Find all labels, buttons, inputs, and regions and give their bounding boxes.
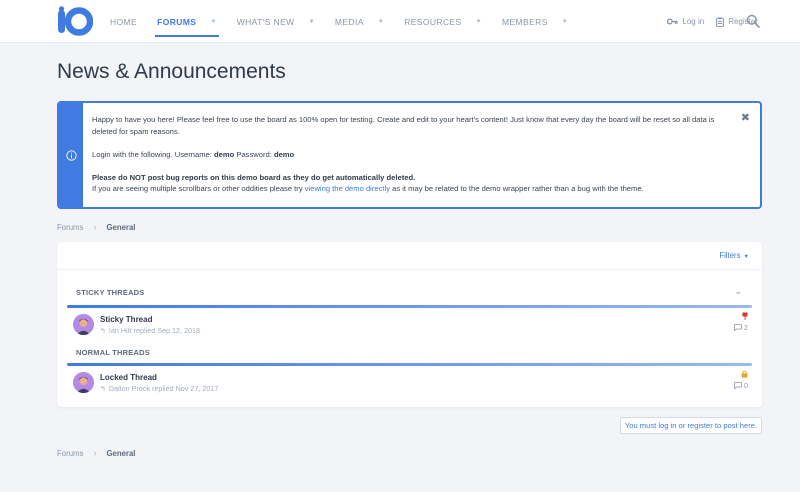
nav-media[interactable]: MEDIA ▼ — [335, 0, 384, 43]
chevron-down-icon[interactable]: ▼ — [210, 19, 216, 25]
search-icon[interactable] — [746, 14, 760, 28]
breadcrumb-forums[interactable]: Forums — [57, 449, 83, 458]
filters-label: Filters — [719, 251, 741, 260]
nav-home[interactable]: HOME — [110, 0, 137, 43]
avatar[interactable] — [73, 372, 94, 393]
nav-forums-label: FORUMS — [157, 16, 197, 27]
thread-replied-label: replied — [152, 384, 174, 393]
nav-resources[interactable]: RESOURCES ▼ — [404, 0, 482, 43]
lock-icon — [741, 370, 748, 378]
key-icon — [667, 18, 679, 25]
nav-home-label: HOME — [110, 16, 138, 27]
avatar-person-icon — [73, 314, 94, 335]
site-header: HOME FORUMS ▼ WHAT'S NEW ▼ MEDIA ▼ RESOU… — [0, 0, 800, 43]
nav-members-label: MEMBERS — [501, 16, 548, 27]
breadcrumb-current[interactable]: General — [106, 449, 135, 458]
notice-content: Happy to have you here! Please feel free… — [92, 114, 732, 195]
notice-sidebar — [59, 103, 83, 207]
chevron-right-icon: › — [93, 222, 97, 232]
breadcrumb-forums[interactable]: Forums — [57, 223, 83, 232]
page-title: News & Announcements — [57, 60, 286, 83]
chevron-down-icon[interactable]: ▼ — [476, 19, 482, 25]
login-info-prefix: Login with the following. Username: — [92, 149, 214, 159]
reply-count: 0 — [734, 381, 748, 390]
login-label: Log in — [682, 17, 705, 26]
chevron-right-icon: › — [93, 448, 97, 458]
notice-warning: Please do NOT post bug reports on this d… — [92, 172, 416, 182]
info-icon — [65, 149, 77, 161]
thread-author[interactable]: Dalton Prock — [109, 384, 150, 393]
thread-list-toolbar: Filters ▼ — [57, 242, 762, 270]
chevron-down-icon[interactable]: ▼ — [562, 19, 568, 25]
comment-icon — [734, 382, 742, 389]
thread-row[interactable]: Sticky Thread ↰ Ian Hitt replied Sep 12,… — [73, 312, 748, 338]
chevron-down-icon: ▼ — [743, 254, 749, 260]
normal-threads-bar — [67, 363, 752, 366]
nav-resources-label: RESOURCES — [404, 16, 462, 27]
account-links: Log in Register — [655, 0, 758, 43]
normal-threads-header: NORMAL THREADS — [76, 348, 150, 357]
reply-count-value: 2 — [744, 323, 748, 332]
thread-list: Filters ▼ STICKY THREADS ⌄ Sticky Thread … — [57, 242, 762, 407]
thread-meta: ↰ Dalton Prock replied Nov 27, 2017 — [100, 384, 218, 393]
chevron-down-icon[interactable]: ▼ — [378, 19, 384, 25]
thread-replied-label: replied — [133, 326, 156, 335]
notice-warning-block: Please do NOT post bug reports on this d… — [92, 172, 732, 195]
view-demo-link[interactable]: viewing the demo directly — [305, 184, 390, 193]
demo-password: demo — [273, 149, 295, 159]
reply-count: 2 — [734, 323, 748, 332]
notice-welcome: Happy to have you here! Please feel free… — [92, 115, 715, 136]
thread-author[interactable]: Ian Hitt — [109, 326, 132, 335]
chevron-down-icon[interactable]: ⌄ — [734, 286, 742, 297]
breadcrumb: Forums › General — [57, 222, 135, 232]
thread-row[interactable]: Locked Thread ↰ Dalton Prock replied Nov… — [73, 370, 748, 396]
login-to-post-button[interactable]: You must log in or register to post here… — [620, 417, 762, 434]
clipboard-icon — [716, 16, 725, 27]
nav-whats-new[interactable]: WHAT'S NEW ▼ — [237, 0, 315, 43]
avatar-person-icon — [73, 372, 94, 393]
pin-icon — [742, 312, 748, 320]
scroll-prefix: If you are seeing multiple scrollbars or… — [92, 184, 305, 193]
reply-icon: ↰ — [100, 385, 106, 393]
logo-icon[interactable] — [57, 6, 93, 36]
nav-members[interactable]: MEMBERS ▼ — [502, 0, 568, 43]
scroll-suffix: as it may be related to the demo wrapper… — [390, 184, 644, 193]
nav-media-label: MEDIA — [334, 16, 364, 27]
sticky-threads-header: STICKY THREADS — [76, 288, 145, 297]
login-info-password-prefix: Password: — [234, 149, 274, 159]
thread-meta: ↰ Ian Hitt replied Sep 12, 2018 — [100, 326, 200, 335]
demo-username: demo — [214, 149, 235, 159]
thread-date[interactable]: Nov 27, 2017 — [176, 384, 219, 393]
reply-icon: ↰ — [100, 327, 106, 335]
chevron-down-icon[interactable]: ▼ — [309, 19, 315, 25]
thread-title[interactable]: Sticky Thread — [100, 315, 152, 324]
login-link[interactable]: Log in — [667, 17, 704, 26]
main-nav: HOME FORUMS ▼ WHAT'S NEW ▼ MEDIA ▼ RESOU… — [110, 0, 588, 43]
breadcrumb-current[interactable]: General — [106, 223, 135, 232]
close-icon[interactable]: ✖ — [741, 111, 750, 124]
nav-forums[interactable]: FORUMS ▼ — [155, 0, 219, 43]
avatar[interactable] — [73, 314, 94, 335]
nav-whats-new-label: WHAT'S NEW — [236, 16, 295, 27]
comment-icon — [734, 324, 742, 331]
notice-box: Happy to have you here! Please feel free… — [57, 101, 762, 209]
filters-button[interactable]: Filters ▼ — [719, 251, 749, 260]
breadcrumb-bottom: Forums › General — [57, 448, 135, 458]
notice-login-info: Login with the following. Username: demo… — [92, 149, 732, 161]
reply-count-value: 0 — [744, 381, 748, 390]
thread-date[interactable]: Sep 12, 2018 — [157, 326, 200, 335]
thread-title[interactable]: Locked Thread — [100, 373, 157, 382]
sticky-threads-bar — [67, 305, 752, 308]
